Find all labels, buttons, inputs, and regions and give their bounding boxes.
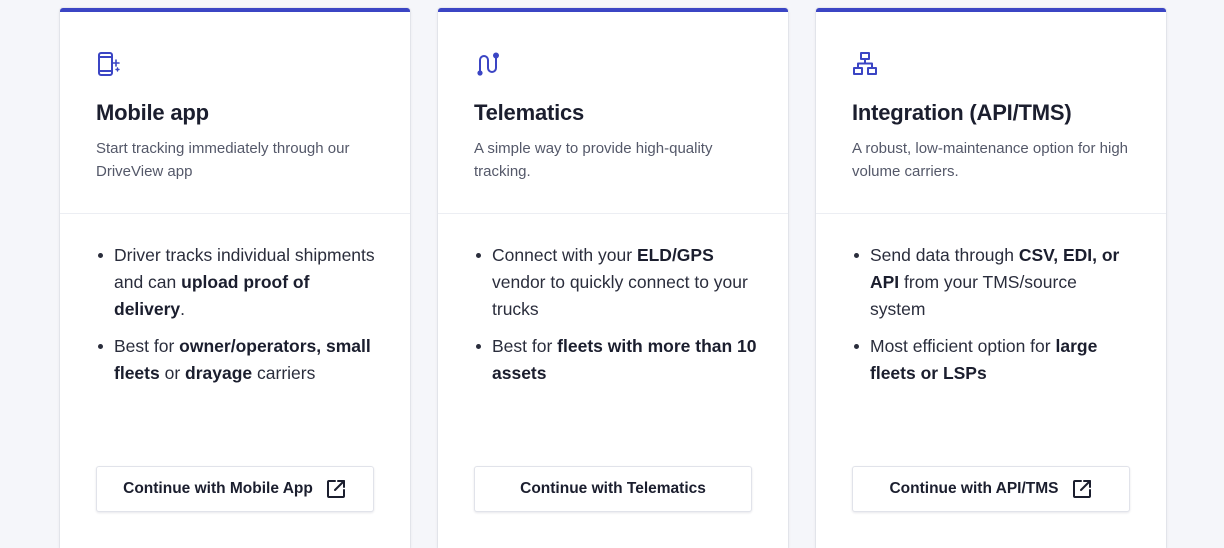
- feature-text: from your TMS/source system: [870, 272, 1077, 319]
- card-title: Mobile app: [96, 100, 209, 125]
- feature-highlight: ELD/GPS: [636, 245, 714, 265]
- feature-item: Most efficient option for large fleets o…: [852, 333, 1136, 387]
- card-description: A robust, low-maintenance option for hig…: [852, 140, 1128, 180]
- card-description: Start tracking immediately through our D…: [96, 140, 350, 180]
- feature-text: Best for: [114, 336, 180, 356]
- feature-text: Best for: [492, 336, 558, 356]
- telematics-icon: [474, 51, 500, 77]
- feature-text: Send data through: [870, 245, 1019, 265]
- continue-mobile-app-button[interactable]: Continue with Mobile App: [96, 466, 374, 512]
- continue-telematics-button[interactable]: Continue with Telematics: [474, 466, 752, 512]
- continue-api-tms-button[interactable]: Continue with API/TMS: [852, 466, 1130, 512]
- external-link-icon: [1071, 478, 1093, 500]
- feature-highlight: drayage: [185, 363, 253, 383]
- feature-text: .: [180, 299, 186, 319]
- feature-text: or: [159, 363, 186, 383]
- feature-text: Most efficient option for: [870, 336, 1056, 356]
- card-body: Driver tracks individual shipments and c…: [60, 214, 410, 534]
- feature-list: Send data through CSV, EDI, or API from …: [852, 214, 1136, 387]
- feature-item: Send data through CSV, EDI, or API from …: [852, 242, 1136, 323]
- card-body: Send data through CSV, EDI, or API from …: [816, 214, 1166, 534]
- card-integration: Integration (API/TMS) A robust, low-main…: [816, 8, 1166, 548]
- feature-item: Best for fleets with more than 10 assets: [474, 333, 758, 387]
- card-header: Integration (API/TMS) A robust, low-main…: [816, 12, 1166, 214]
- card-description: A simple way to provide high-quality tra…: [474, 140, 713, 180]
- feature-item: Driver tracks individual shipments and c…: [96, 242, 380, 323]
- button-label: Continue with Telematics: [520, 480, 706, 497]
- feature-item: Best for owner/operators, small fleets o…: [96, 333, 380, 387]
- card-mobile-app: Mobile app Start tracking immediately th…: [60, 8, 410, 548]
- button-label: Continue with API/TMS: [889, 480, 1059, 497]
- integration-icon: [852, 51, 878, 77]
- external-link-icon: [325, 478, 347, 500]
- mobile-app-icon: [96, 51, 122, 77]
- card-telematics: Telematics A simple way to provide high-…: [438, 8, 788, 548]
- feature-text: vendor to quickly connect to your trucks: [492, 272, 748, 319]
- card-title: Telematics: [474, 100, 585, 125]
- feature-item: Connect with your ELD/GPS vendor to quic…: [474, 242, 758, 323]
- feature-list: Connect with your ELD/GPS vendor to quic…: [474, 214, 758, 387]
- feature-list: Driver tracks individual shipments and c…: [96, 214, 380, 387]
- feature-text: Connect with your: [492, 245, 637, 265]
- button-label: Continue with Mobile App: [123, 480, 313, 497]
- card-title: Integration (API/TMS): [852, 100, 1072, 125]
- card-body: Connect with your ELD/GPS vendor to quic…: [438, 214, 788, 534]
- card-header: Telematics A simple way to provide high-…: [438, 12, 788, 214]
- feature-text: carriers: [252, 363, 316, 383]
- card-header: Mobile app Start tracking immediately th…: [60, 12, 410, 214]
